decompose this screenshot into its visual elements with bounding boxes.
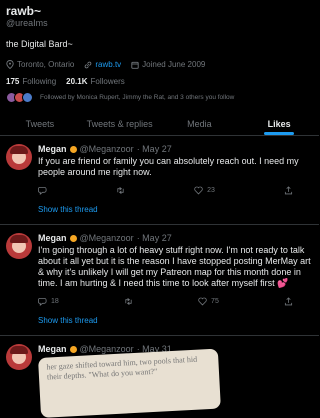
mini-avatar xyxy=(22,92,33,103)
followed-by[interactable]: Followed by Monica Rupert, Jimmy the Rat… xyxy=(6,92,313,103)
reply-icon xyxy=(38,297,47,306)
location: Toronto, Ontario xyxy=(6,60,74,69)
retweet-button[interactable] xyxy=(116,186,125,195)
tweet-text: If you are friend or family you can abso… xyxy=(38,156,299,177)
retweet-icon xyxy=(125,298,132,305)
followers-count: 20.1K xyxy=(66,77,88,86)
like-count: 75 xyxy=(211,298,219,305)
sunflower-emoji-icon xyxy=(69,345,77,353)
share-button[interactable] xyxy=(284,297,293,306)
joined-text: Joined June 2009 xyxy=(142,60,206,69)
following-link[interactable]: 175 Following xyxy=(6,77,56,86)
tweet-media-image[interactable]: her gaze shifted toward him, two pools t… xyxy=(38,348,221,418)
followers-link[interactable]: 20.1K Followers xyxy=(66,77,125,86)
followers-label: Followers xyxy=(90,77,125,86)
tweet-author-name[interactable]: Megan xyxy=(38,344,67,354)
tweet-author-name[interactable]: Megan xyxy=(38,233,67,243)
avatar[interactable] xyxy=(6,144,32,170)
joined-date: Joined June 2009 xyxy=(131,60,205,69)
profile-bio: the Digital Bard~ xyxy=(6,39,73,49)
tab-media[interactable]: Media xyxy=(160,115,240,135)
profile-tabs: Tweets Tweets & replies Media Likes xyxy=(0,115,319,136)
following-label: Following xyxy=(22,77,57,86)
show-thread-link[interactable]: Show this thread xyxy=(0,306,319,336)
followed-by-text: Followed by Monica Rupert, Jimmy the Rat… xyxy=(40,94,235,101)
tweet[interactable]: Megan @Meganzoor · May 27 I'm going thro… xyxy=(0,225,319,306)
location-pin-icon xyxy=(6,60,14,69)
following-count: 175 xyxy=(6,77,20,86)
location-text: Toronto, Ontario xyxy=(17,60,75,69)
profile-meta: Toronto, Ontario rawb.tv Joined June 200… xyxy=(6,60,313,69)
link-icon xyxy=(85,61,92,68)
heart-icon xyxy=(194,186,203,195)
sunflower-emoji-icon xyxy=(69,234,77,242)
like-count: 23 xyxy=(207,187,215,194)
tweet-date[interactable]: · May 27 xyxy=(137,233,172,243)
tweet-header: Megan @Meganzoor · May 27 xyxy=(38,233,313,243)
tweet-author-handle[interactable]: @Meganzoor xyxy=(80,233,134,243)
heart-icon xyxy=(198,297,207,306)
tab-likes[interactable]: Likes xyxy=(239,115,319,135)
retweet-button[interactable] xyxy=(124,297,133,306)
tweet-actions: 23 xyxy=(38,186,293,195)
tweet-text: I'm going through a lot of heavy stuff r… xyxy=(38,245,311,288)
tweet-author-name[interactable]: Megan xyxy=(38,144,67,154)
tab-tweets[interactable]: Tweets xyxy=(0,115,80,135)
like-button[interactable]: 23 xyxy=(194,186,215,195)
avatar[interactable] xyxy=(6,344,32,370)
tweet-author-handle[interactable]: @Meganzoor xyxy=(80,144,134,154)
retweet-icon xyxy=(117,187,124,194)
reply-button[interactable] xyxy=(38,186,47,195)
avatar[interactable] xyxy=(6,233,32,259)
reply-icon xyxy=(38,186,47,195)
sunflower-emoji-icon xyxy=(69,145,77,153)
show-thread-link[interactable]: Show this thread xyxy=(0,195,319,225)
tweet[interactable]: Megan @Meganzoor · May 31 her gaze shift… xyxy=(0,336,319,418)
share-icon xyxy=(284,186,293,195)
follow-stats: 175 Following 20.1K Followers xyxy=(6,77,313,86)
profile-header: rawb~ @ureaIms the Digital Bard~ Toronto… xyxy=(0,0,319,103)
website-link[interactable]: rawb.tv xyxy=(95,60,121,69)
tab-tweets-replies[interactable]: Tweets & replies xyxy=(80,115,160,135)
like-button[interactable]: 75 xyxy=(198,297,219,306)
reply-button[interactable]: 18 xyxy=(38,297,59,306)
share-button[interactable] xyxy=(284,186,293,195)
reply-count: 18 xyxy=(51,298,59,305)
tweet-date[interactable]: · May 27 xyxy=(137,144,172,154)
calendar-icon xyxy=(131,61,139,69)
followed-by-avatars xyxy=(6,92,33,103)
tweet[interactable]: Megan @Meganzoor · May 27 If you are fri… xyxy=(0,136,319,195)
tweet-header: Megan @Meganzoor · May 27 xyxy=(38,144,313,154)
website[interactable]: rawb.tv xyxy=(84,60,121,69)
profile-name: rawb~ xyxy=(6,4,42,18)
tweet-actions: 18 75 xyxy=(38,297,293,306)
share-icon xyxy=(284,297,293,306)
profile-handle: @ureaIms xyxy=(6,18,48,28)
